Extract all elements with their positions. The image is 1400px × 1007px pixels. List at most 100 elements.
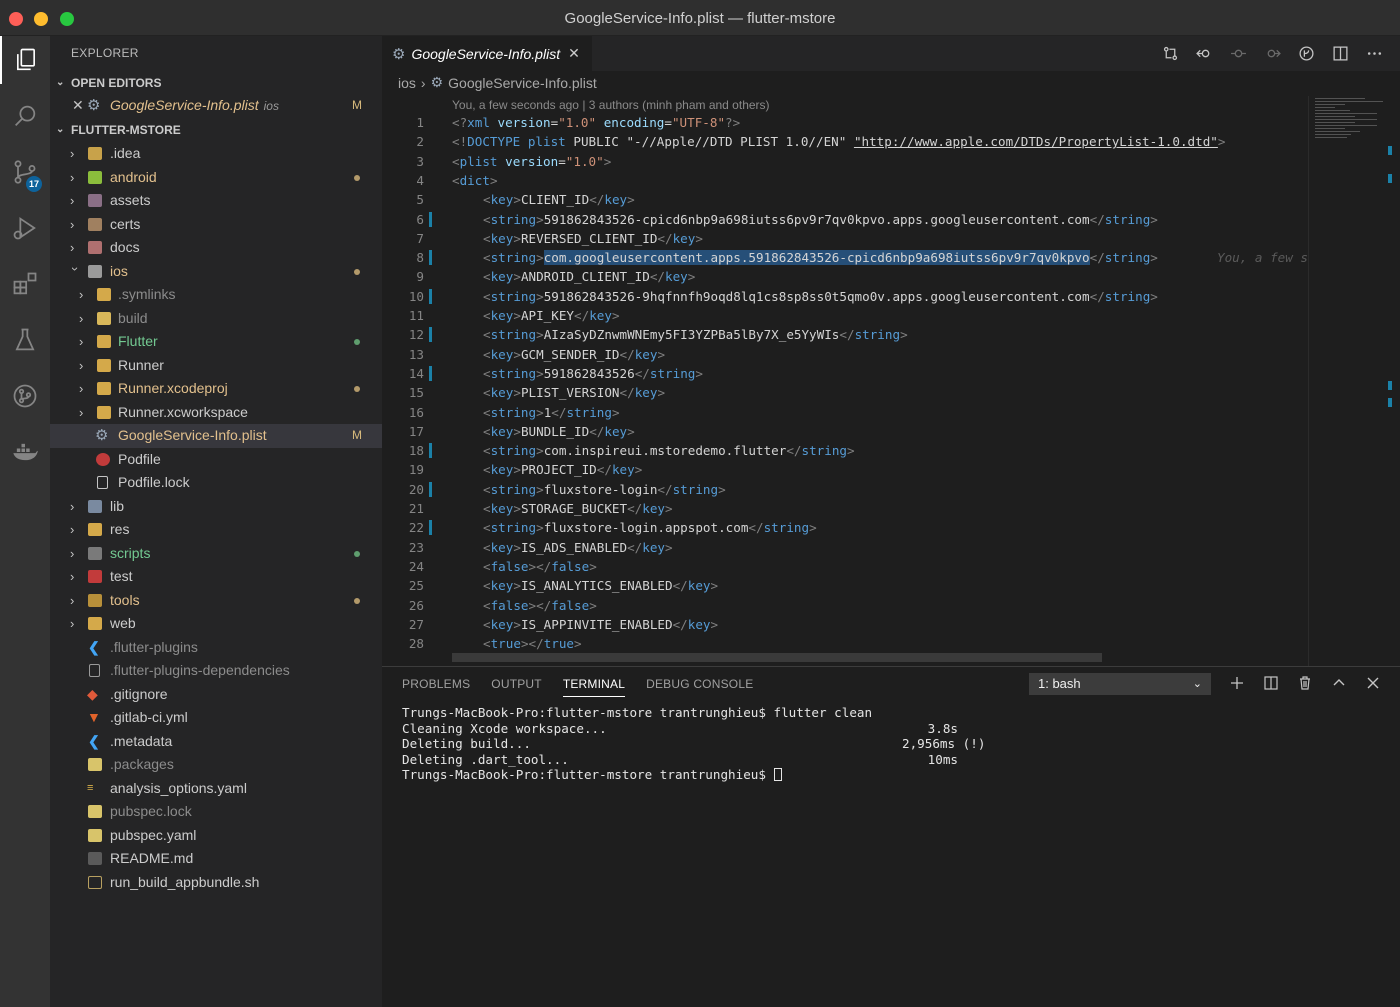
code-line: 2 <!DOCTYPE plist PUBLIC "-//Apple//DTD P… (416, 134, 1226, 150)
tree-item-scripts[interactable]: › scripts (50, 542, 382, 566)
gear-file-icon: ⚙ (392, 45, 406, 63)
tree-item-run-build-appbundle[interactable]: run_build_appbundle.sh (50, 871, 382, 895)
search-icon[interactable] (0, 92, 50, 140)
package-icon (88, 805, 102, 818)
ruby-icon (96, 452, 110, 466)
tab-debug-console[interactable]: DEBUG CONSOLE (646, 677, 753, 697)
tab-terminal[interactable]: TERMINAL (562, 677, 626, 697)
tree-item-docs[interactable]: › docs (50, 236, 382, 260)
breadcrumb-folder[interactable]: ios (398, 75, 416, 91)
terminal-selector[interactable]: 1: bash ⌄ (1029, 673, 1211, 695)
tree-item-certs[interactable]: › certs (50, 213, 382, 237)
run-debug-icon[interactable] (0, 204, 50, 252)
tab-output[interactable]: OUTPUT (491, 677, 542, 697)
maximize-panel-icon[interactable] (1330, 673, 1348, 693)
tree-item-packages[interactable]: .packages (50, 753, 382, 777)
editor-tab-bar: ⚙ GoogleService-Info.plist ✕ (382, 36, 1400, 71)
next-change-icon[interactable] (1262, 42, 1282, 64)
minimap[interactable] (1308, 96, 1388, 666)
tree-item-assets[interactable]: › assets (50, 189, 382, 213)
code-line: 9 <key>ANDROID_CLIENT_ID</key> (416, 269, 696, 285)
testing-flask-icon[interactable] (0, 316, 50, 364)
tree-item-res[interactable]: › res (50, 518, 382, 542)
tree-item-metadata[interactable]: ❮ .metadata (50, 730, 382, 754)
inline-blame: You, a few s (1217, 250, 1308, 266)
tree-item-runner[interactable]: › Runner (50, 354, 382, 378)
tree-item-podfile[interactable]: Podfile (50, 448, 382, 472)
file-icon (97, 476, 108, 489)
split-terminal-icon[interactable] (1262, 673, 1280, 693)
tree-item-pubspec-yaml[interactable]: pubspec.yaml (50, 824, 382, 848)
previous-change-icon[interactable] (1194, 42, 1214, 64)
gear-file-icon: ⚙ (95, 427, 109, 444)
tab-googleservice-plist[interactable]: ⚙ GoogleService-Info.plist ✕ (382, 36, 592, 71)
chevron-right-icon: › (70, 545, 75, 561)
source-control-icon[interactable]: 17 (0, 148, 50, 196)
shell-script-icon (88, 875, 102, 889)
code-line: 13 <key>GCM_SENDER_ID</key> (408, 346, 666, 362)
tree-item-podfile-lock[interactable]: Podfile.lock (50, 471, 382, 495)
compare-changes-icon[interactable] (1160, 42, 1180, 64)
chevron-right-icon: › (79, 334, 84, 349)
tree-item-symlinks[interactable]: › .symlinks (50, 283, 382, 307)
tree-item-lib[interactable]: › lib (50, 495, 382, 519)
chevron-right-icon: › (70, 216, 75, 232)
folder-icon (97, 358, 111, 372)
chevron-right-icon: › (79, 404, 84, 420)
breadcrumb-file[interactable]: GoogleService-Info.plist (448, 75, 597, 91)
tree-item-build[interactable]: › build (50, 307, 382, 331)
overview-ruler-mark (1388, 174, 1392, 183)
close-icon[interactable]: ✕ (72, 94, 84, 118)
tab-problems[interactable]: PROBLEMS (402, 677, 470, 697)
tree-item-flutter[interactable]: › Flutter (50, 330, 382, 354)
tree-item-android[interactable]: › android (50, 166, 382, 190)
tree-item-googleservice-plist[interactable]: ⚙ GoogleService-Info.plist M (50, 424, 382, 448)
split-editor-icon[interactable] (1330, 42, 1350, 64)
tree-item-flutter-plugins[interactable]: ❮ .flutter-plugins (50, 636, 382, 660)
new-terminal-icon[interactable] (1228, 673, 1246, 693)
horizontal-scrollbar[interactable] (452, 653, 1102, 662)
overview-ruler-mark (1388, 146, 1392, 155)
tree-item-test[interactable]: › test (50, 565, 382, 589)
git-graph-icon[interactable] (0, 372, 50, 420)
terminal-line: Trungs-MacBook-Pro:flutter-mstore trantr… (402, 705, 873, 720)
breadcrumb: ios › ⚙ GoogleService-Info.plist (398, 74, 597, 91)
tree-item-gitlab-ci[interactable]: ▼ .gitlab-ci.yml (50, 706, 382, 730)
tree-item-pubspec-lock[interactable]: pubspec.lock (50, 800, 382, 824)
code-line: 24 <false></false> (408, 558, 597, 574)
open-editor-item[interactable]: ✕ ⚙ GoogleService-Info.plist ios M (50, 94, 382, 118)
trash-icon[interactable] (1296, 673, 1314, 693)
more-actions-icon[interactable] (1364, 42, 1384, 64)
tree-item-flutter-plugins-dependencies[interactable]: .flutter-plugins-dependencies (50, 659, 382, 683)
chevron-right-icon: › (70, 146, 75, 161)
explorer-icon[interactable] (0, 36, 50, 84)
markdown-icon (88, 852, 102, 865)
tree-item-runner-xcodeproj[interactable]: › Runner.xcodeproj (50, 377, 382, 401)
tree-item-runner-xcworkspace[interactable]: › Runner.xcworkspace (50, 401, 382, 425)
code-line: 23 <key>IS_ADS_ENABLED</key> (408, 539, 673, 555)
code-editor[interactable]: 1 <?xml version="1.0" encoding="UTF-8"?> … (382, 113, 1312, 663)
tree-item-gitignore[interactable]: ◆ .gitignore (50, 683, 382, 707)
docker-icon[interactable] (0, 428, 50, 476)
open-editors-section[interactable]: ⌄ OPEN EDITORS (50, 72, 382, 94)
tree-item-analysis-options[interactable]: ≡ analysis_options.yaml (50, 777, 382, 801)
project-section[interactable]: ⌄ FLUTTER-MSTORE (50, 119, 382, 141)
tree-item-tools[interactable]: › tools (50, 589, 382, 613)
git-commit-icon[interactable] (1228, 42, 1248, 64)
tree-item-ios[interactable]: › ios (50, 260, 382, 284)
chevron-down-icon: ⌄ (56, 77, 65, 88)
open-changes-icon[interactable] (1296, 42, 1316, 64)
tree-item-idea[interactable]: › .idea (50, 142, 382, 166)
extensions-icon[interactable] (0, 260, 50, 308)
tree-item-web[interactable]: › web (50, 612, 382, 636)
close-panel-icon[interactable] (1364, 673, 1382, 693)
editor-actions (1160, 42, 1384, 64)
codelens-blame[interactable]: You, a few seconds ago | 3 authors (minh… (452, 98, 770, 112)
code-line: 21 <key>STORAGE_BUCKET</key> (408, 501, 673, 516)
close-icon[interactable]: ✕ (568, 45, 580, 62)
code-line: 8 <string>com.googleusercontent.apps.5918… (382, 248, 1312, 267)
untracked-dot (354, 550, 360, 557)
code-line: 28 <true></true> (408, 636, 582, 652)
tree-item-readme[interactable]: README.md (50, 847, 382, 871)
terminal-output[interactable]: Trungs-MacBook-Pro:flutter-mstore trantr… (402, 705, 985, 783)
